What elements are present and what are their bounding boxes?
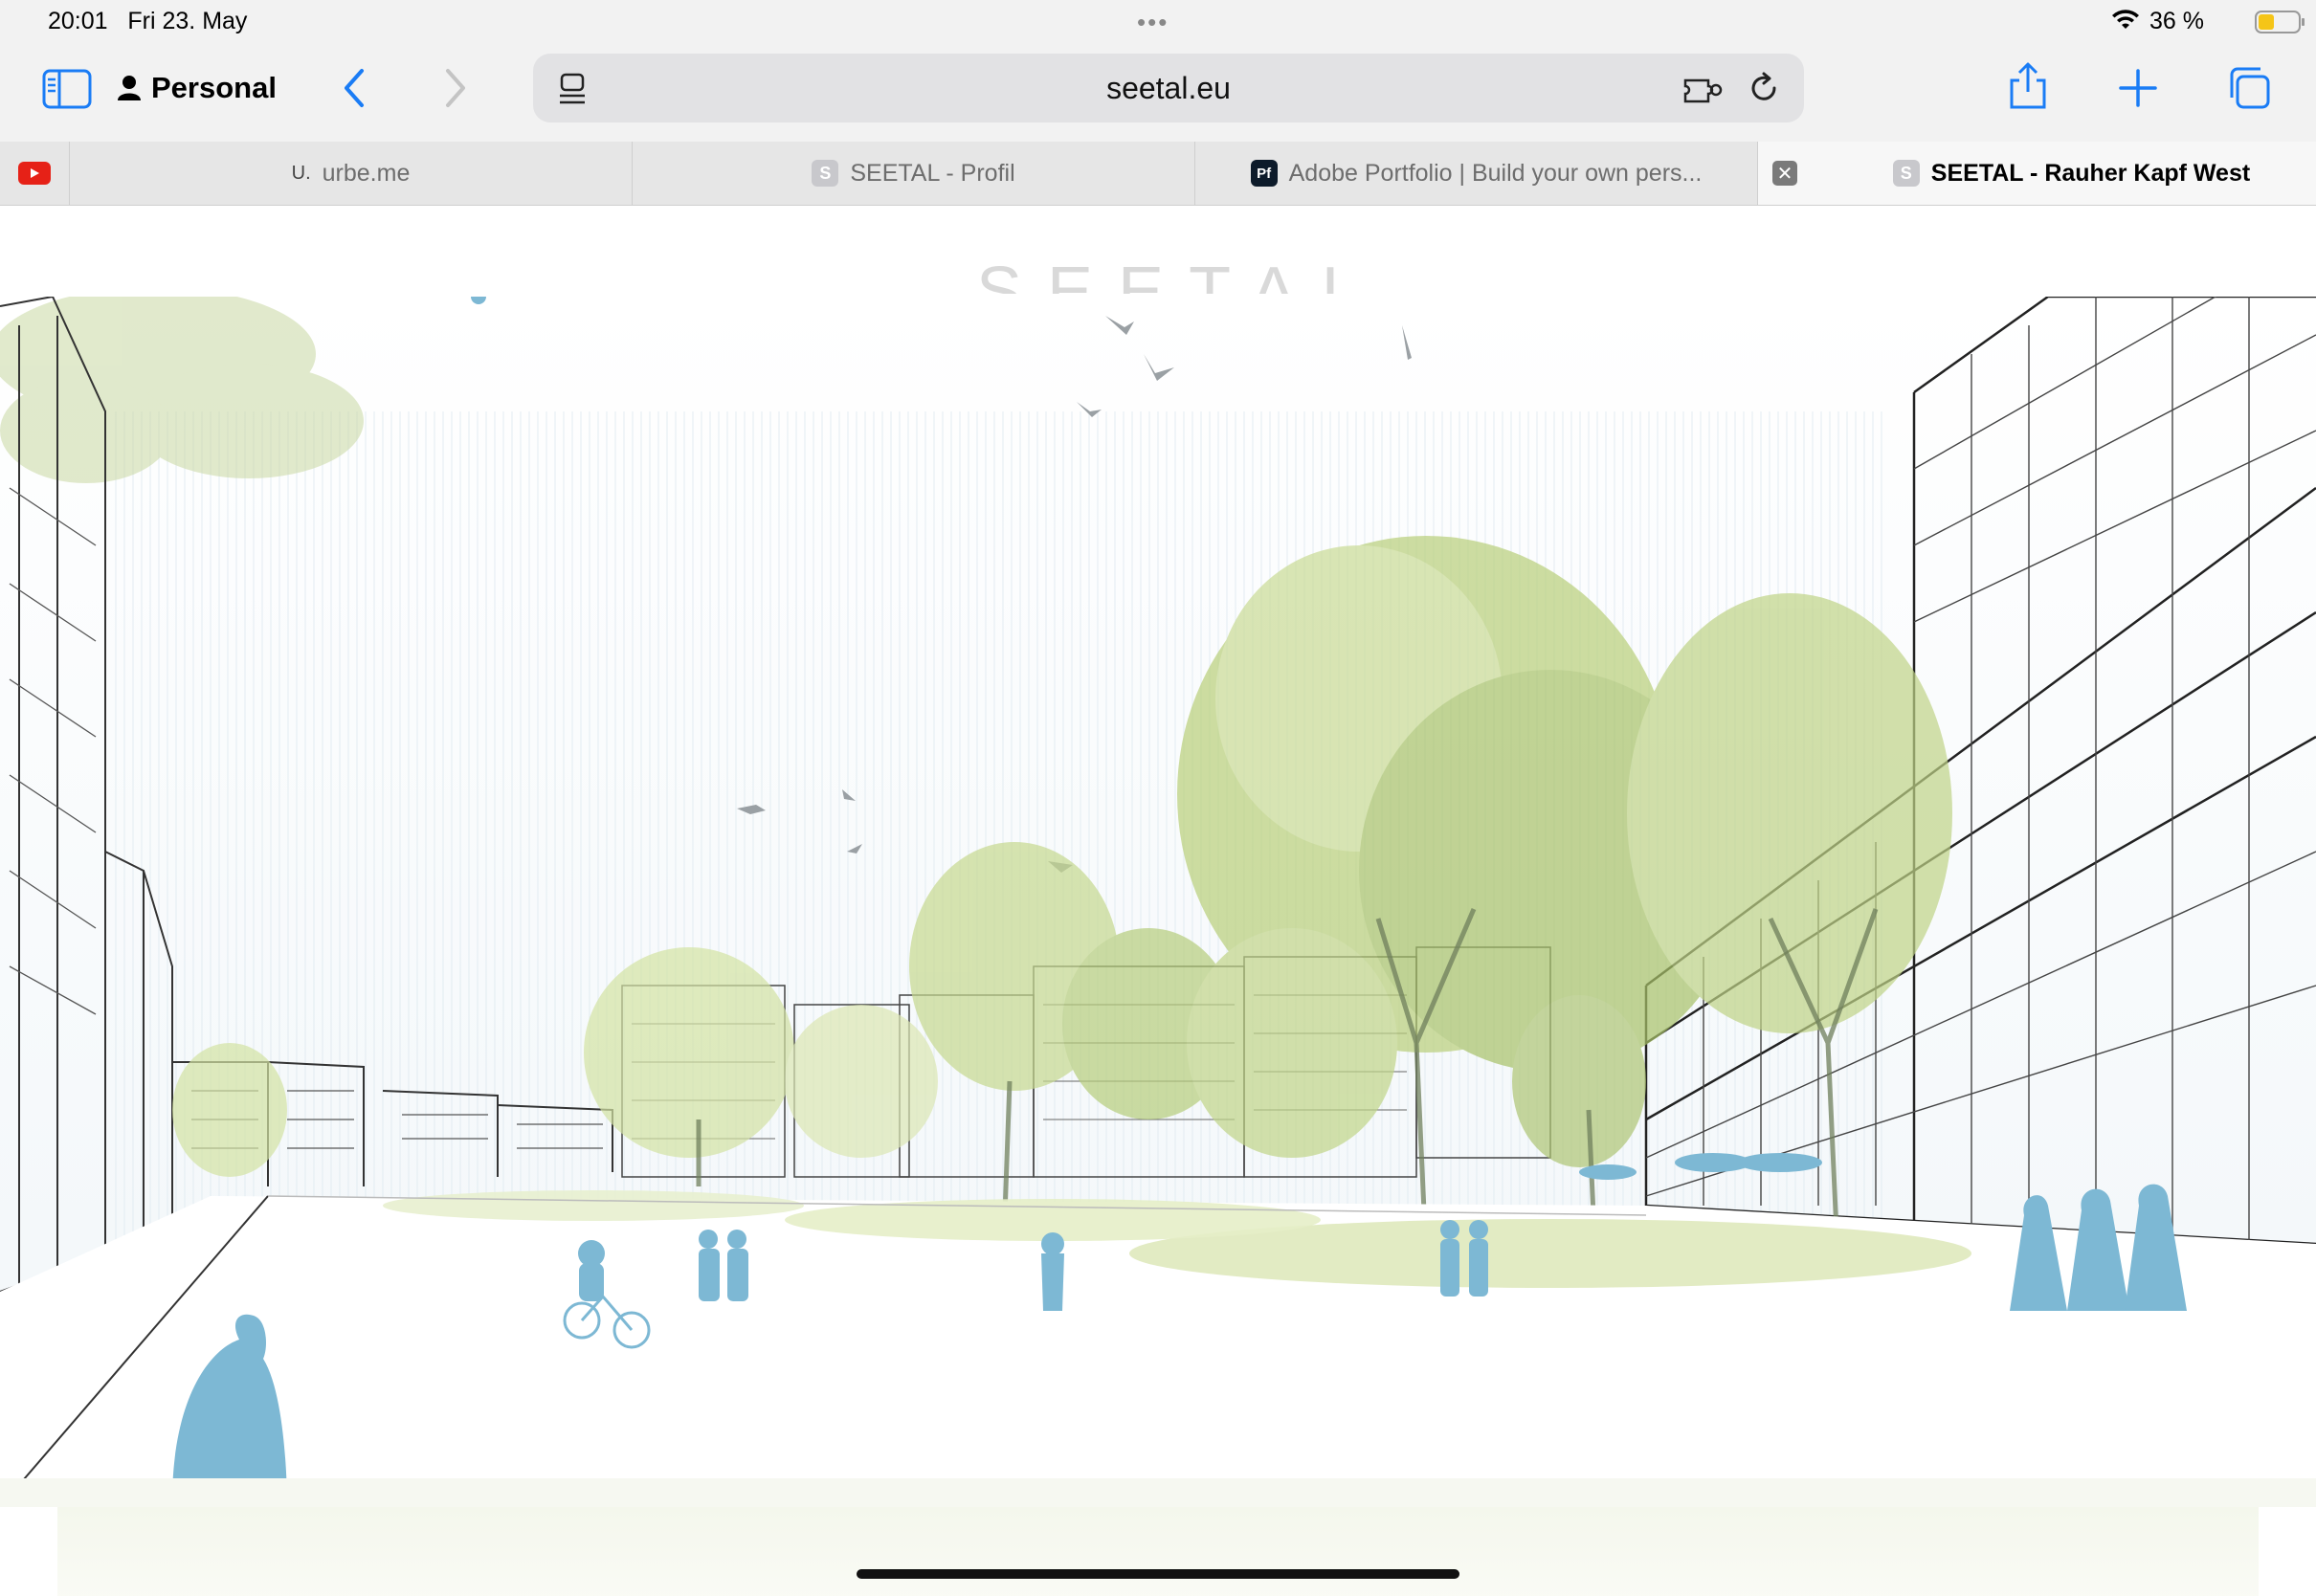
status-bar: 20:01 Fri 23. May ••• 36 % — [0, 0, 2316, 44]
web-page: SEETAL — [0, 206, 2316, 1596]
tab-overview-icon[interactable] — [2226, 65, 2272, 111]
extension-icon[interactable] — [1681, 73, 1724, 105]
close-tab-icon[interactable]: ✕ — [1772, 161, 1797, 186]
sidebar-icon[interactable] — [42, 69, 92, 109]
browser-toolbar: Personal seetal.eu — [0, 44, 2316, 142]
wifi-icon — [2112, 10, 2139, 29]
site-logo[interactable]: SEETAL — [976, 244, 1385, 294]
battery-icon — [2255, 11, 2305, 33]
share-icon[interactable] — [2006, 61, 2050, 111]
status-time: 20:01 Fri 23. May — [48, 8, 248, 34]
youtube-icon — [18, 162, 51, 185]
tab-seetal-profil[interactable]: S SEETAL - Profil — [632, 142, 1194, 205]
seetal-icon: S — [812, 160, 839, 187]
next-image-preview — [57, 1507, 2259, 1596]
architectural-rendering — [0, 297, 2316, 1507]
seetal-icon: S — [1892, 160, 1920, 187]
profile-button[interactable]: Personal — [117, 71, 277, 105]
forward-icon[interactable] — [440, 67, 469, 109]
tab-adobe-portfolio[interactable]: Pf Adobe Portfolio | Build your own pers… — [1194, 142, 1757, 205]
url-text: seetal.eu — [1106, 71, 1231, 105]
profile-label: Personal — [151, 71, 277, 104]
adobe-portfolio-icon: Pf — [1250, 160, 1278, 187]
tab-label: SEETAL - Profil — [850, 159, 1015, 187]
urbe-icon: U. — [291, 162, 311, 184]
home-indicator[interactable] — [857, 1569, 1459, 1579]
address-bar[interactable]: seetal.eu — [533, 54, 1804, 122]
tab-label: urbe.me — [322, 159, 411, 187]
reload-icon[interactable] — [1747, 71, 1781, 105]
battery-percent: 36 % — [2149, 8, 2204, 34]
new-tab-icon[interactable] — [2119, 69, 2157, 107]
tab-bar: U. urbe.me S SEETAL - Profil Pf Adobe Po… — [0, 142, 2316, 206]
back-icon[interactable] — [341, 67, 369, 109]
person-icon — [118, 76, 141, 100]
tab-label: SEETAL - Rauher Kapf West — [1930, 159, 2251, 187]
multitasking-dots-icon[interactable]: ••• — [1137, 8, 1169, 37]
tab-label: Adobe Portfolio | Build your own pers... — [1288, 159, 1703, 187]
tab-seetal-rauher-kapf-west[interactable]: S SEETAL - Rauher Kapf West — [1757, 142, 2316, 205]
tab-youtube[interactable] — [0, 142, 69, 205]
tab-urbe[interactable]: U. urbe.me — [69, 142, 632, 205]
